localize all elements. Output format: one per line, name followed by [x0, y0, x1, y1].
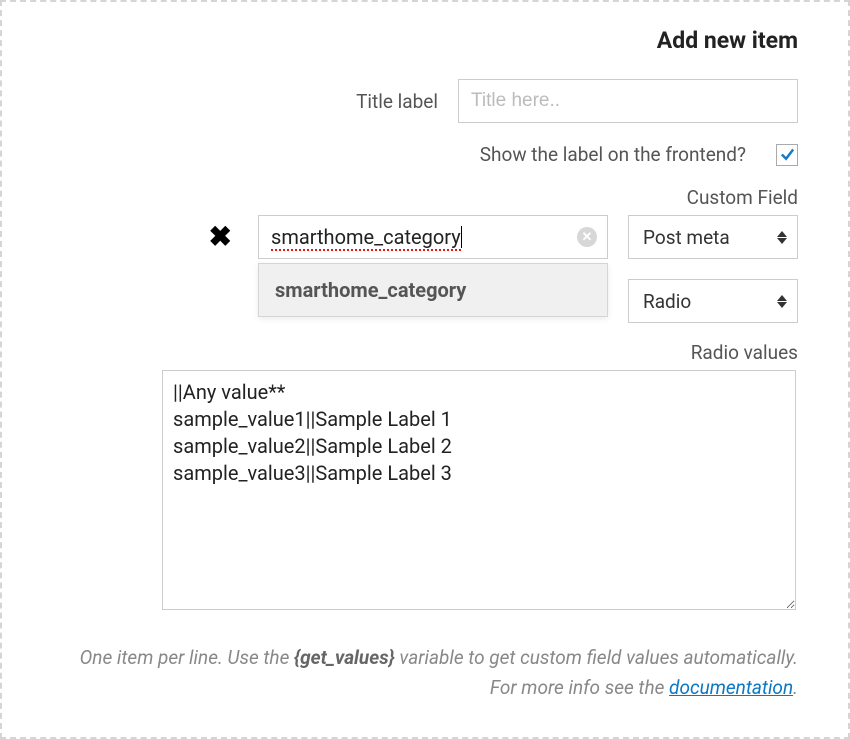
field-source-value: Post meta [643, 226, 730, 249]
field-type-value: Radio [643, 290, 691, 313]
select-arrows-icon [777, 295, 787, 308]
radio-values-label: Radio values [691, 341, 798, 364]
hint-var: {get_values} [294, 646, 395, 669]
autocomplete-option[interactable]: smarthome_category [259, 264, 607, 316]
remove-icon[interactable]: ✖ [209, 223, 232, 251]
radio-values-textarea[interactable] [162, 370, 796, 610]
custom-field-col: Custom Field Post meta [628, 186, 798, 259]
check-icon [779, 146, 796, 163]
title-label-text: Title label [356, 90, 438, 113]
field-name-value: smarthome_category [271, 225, 461, 251]
select-arrows-icon [777, 231, 787, 244]
custom-field-row: ✖ smarthome_category ✕ smarthome_categor… [32, 186, 798, 259]
documentation-link[interactable]: documentation [669, 676, 793, 699]
show-label-checkbox[interactable] [776, 144, 798, 166]
remove-wrap: ✖ [209, 223, 232, 251]
radio-values-wrap [162, 370, 796, 615]
field-name-wrap: smarthome_category ✕ smarthome_category [258, 215, 608, 259]
field-type-select[interactable]: Radio [628, 279, 798, 323]
show-label-text: Show the label on the frontend? [480, 143, 746, 166]
panel-title: Add new item [32, 27, 798, 54]
show-label-row: Show the label on the frontend? [32, 143, 798, 166]
add-item-panel: Add new item Title label Show the label … [0, 0, 850, 739]
text-caret [461, 226, 462, 248]
clear-icon[interactable]: ✕ [577, 227, 597, 247]
field-name-input[interactable]: smarthome_category ✕ [258, 215, 608, 259]
custom-field-label: Custom Field [687, 186, 798, 209]
title-input[interactable] [458, 79, 798, 123]
hint-pre: One item per line. Use the [80, 646, 294, 669]
hint-text: One item per line. Use the {get_values} … [32, 643, 798, 704]
title-label-row: Title label [32, 79, 798, 123]
radio-values-label-row: Radio values [32, 341, 798, 364]
autocomplete-dropdown: smarthome_category [258, 263, 608, 317]
field-source-select[interactable]: Post meta [628, 215, 798, 259]
hint-post: . [793, 676, 798, 699]
